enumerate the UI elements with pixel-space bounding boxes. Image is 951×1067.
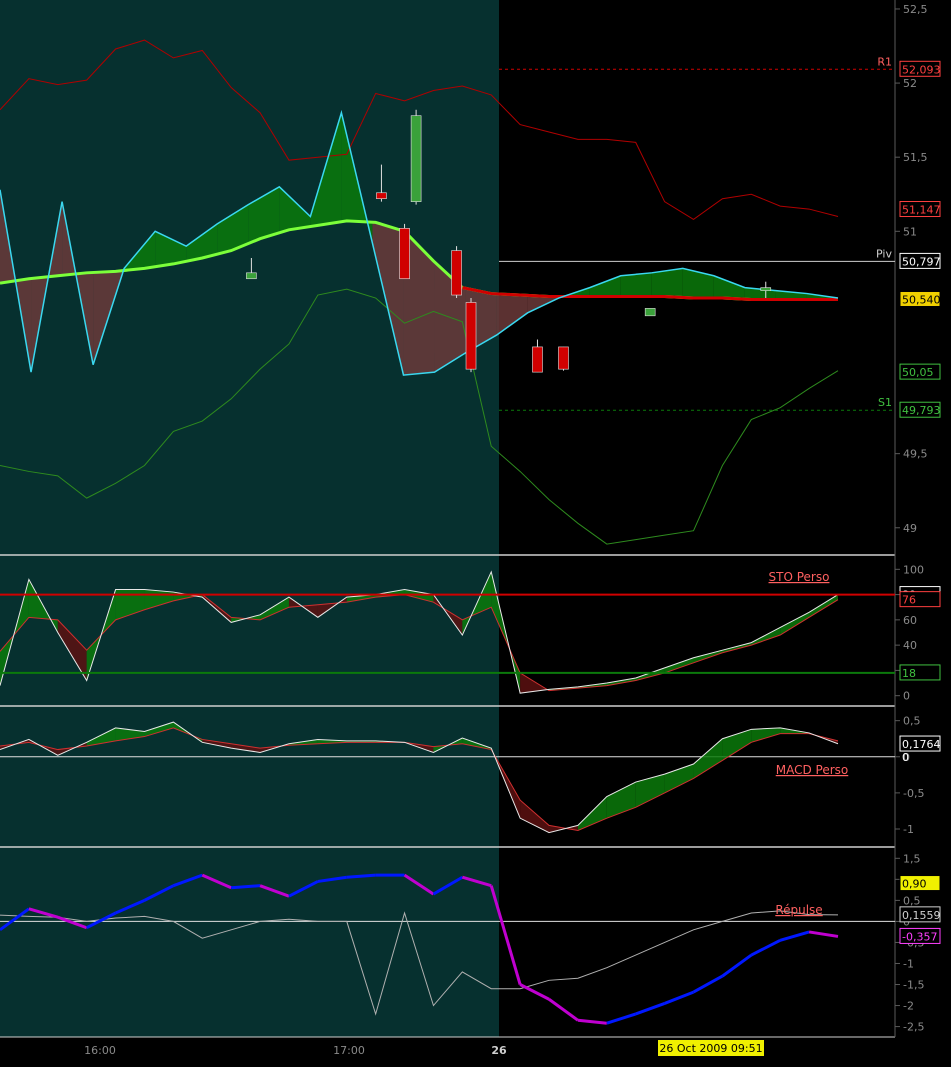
candle-body [644, 308, 656, 317]
level-value-piv: 50,797 [902, 255, 941, 268]
price-axis-tick-label: 49 [903, 522, 917, 535]
macd-axis-tick-label: 0,5 [903, 715, 921, 728]
sto-axis-tick-label: 40 [903, 639, 917, 652]
candle-body [558, 346, 569, 370]
repulse-axis-tick-label: -2,5 [903, 1021, 924, 1034]
level-label-r1: R1 [877, 55, 892, 68]
macd-zero-label: 0 [902, 751, 909, 764]
sto-axis-tick-label: 0 [903, 690, 910, 703]
trend-fill [620, 272, 652, 297]
cursor-time-label: 26 Oct 2009 09:51 [659, 1042, 762, 1055]
time-label-1700: 17:00 [333, 1044, 365, 1057]
macd-axis-tick-label: -1 [903, 823, 914, 836]
repulse-tag: -0,357 [902, 930, 937, 943]
repulse-title: Répulse [775, 903, 822, 917]
candle-body [465, 302, 477, 370]
trading-chart[interactable]: 52,5 52 51,5 51 49,5 49 R1 52,093 Piv 50,797 S1 49,… [0, 0, 951, 1067]
repulse-fast-segment [231, 884, 261, 890]
candle-body [451, 250, 462, 296]
candle-body [410, 115, 422, 202]
candle-body [376, 192, 387, 199]
candle-body [399, 228, 410, 280]
price-tag: 50,540 [902, 293, 941, 306]
level-value-r1: 52,093 [902, 63, 941, 76]
price-tag: 51,147 [902, 204, 941, 217]
macd-title: MACD Perso [776, 763, 849, 777]
repulse-axis-tick-label: -2 [903, 1000, 914, 1013]
time-label-1600: 16:00 [84, 1044, 116, 1057]
repulse-axis-tick-label: -1,5 [903, 979, 924, 992]
sto-level-label: 18 [902, 667, 916, 680]
time-label-day: 26 [491, 1044, 507, 1057]
sto-axis-tick-label: 60 [903, 614, 917, 627]
macd-axis-tick-label: -0,5 [903, 787, 924, 800]
price-tag: 50,05 [902, 366, 934, 379]
previous-session-area [0, 0, 499, 1037]
level-value-s1: 49,793 [902, 404, 941, 417]
price-axis-tick-label: 52 [903, 77, 917, 90]
macd-value-tag: 0,1764 [902, 738, 941, 751]
sto-title: STO Perso [769, 570, 830, 584]
price-axis-tick-label: 51,5 [903, 151, 928, 164]
level-label-piv: Piv [876, 247, 892, 260]
candle-body [532, 346, 543, 373]
repulse-axis-tick-label: -1 [903, 957, 914, 970]
sto-value-tag: 76 [902, 594, 916, 607]
repulse-tag: 0,90 [902, 878, 927, 891]
repulse-axis-tick-label: 0,5 [903, 894, 921, 907]
candle-body [246, 272, 257, 280]
price-axis-tick-label: 52,5 [903, 3, 928, 16]
price-axis-tick-label: 49,5 [903, 448, 928, 461]
candle-body [760, 287, 772, 291]
price-axis-tick-label: 51 [903, 225, 917, 238]
repulse-fast-segment [346, 873, 376, 879]
repulse-tag: 0,1559 [902, 909, 941, 922]
repulse-axis-tick-label: 1,5 [903, 852, 921, 865]
level-label-s1: S1 [878, 396, 892, 409]
sto-axis-tick-label: 100 [903, 563, 924, 576]
